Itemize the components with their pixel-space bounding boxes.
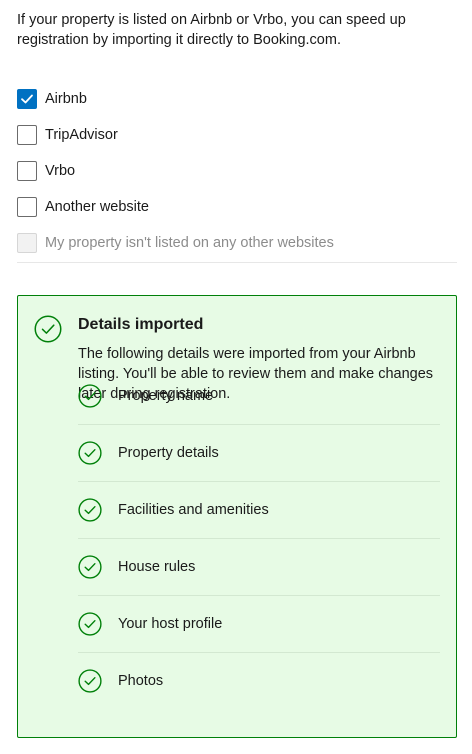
option-another-website[interactable]: Another website [17,189,457,225]
check-circle-icon [78,669,102,693]
check-circle-icon [78,612,102,636]
option-airbnb[interactable]: Airbnb [17,81,457,117]
check-circle-icon [78,555,102,579]
option-label: My property isn't listed on any other we… [45,235,334,251]
section-divider [17,262,457,263]
option-label: TripAdvisor [45,127,118,143]
option-vrbo[interactable]: Vrbo [17,153,457,189]
checkbox-not-listed [17,233,37,253]
check-circle-icon [34,315,62,343]
imported-item: Property name [78,368,440,424]
option-label: Another website [45,199,149,215]
option-label: Vrbo [45,163,76,179]
imported-item: Property details [78,424,440,481]
option-not-listed: My property isn't listed on any other we… [17,225,457,261]
imported-item-label: House rules [118,559,196,575]
checkmark-icon [21,94,33,104]
imported-item: Facilities and amenities [78,481,440,538]
option-tripadvisor[interactable]: TripAdvisor [17,117,457,153]
imported-items-list: Property name Property details Facilities … [78,384,440,709]
imported-item: Your host profile [78,595,440,652]
checkbox-tripadvisor[interactable] [17,125,37,145]
checkbox-airbnb[interactable] [17,89,37,109]
panel-title: Details imported [78,316,204,333]
check-circle-icon [78,441,102,465]
checkbox-vrbo[interactable] [17,161,37,181]
imported-item-label: Property details [118,445,219,461]
checkbox-another-website[interactable] [17,197,37,217]
imported-item-label: Photos [118,673,164,689]
imported-item: Photos [78,652,440,709]
details-imported-panel: Details imported The following details w… [17,295,457,738]
imported-item-label: Facilities and amenities [118,502,269,518]
check-circle-icon [78,384,102,408]
imported-item: House rules [78,538,440,595]
option-label: Airbnb [45,91,87,107]
check-circle-icon [78,498,102,522]
imported-item-label: Property name [118,388,214,404]
intro-text: If your property is listed on Airbnb or … [17,12,406,48]
listing-sites-options: Airbnb TripAdvisor Vrbo Another website … [17,81,457,261]
imported-item-label: Your host profile [118,616,223,632]
